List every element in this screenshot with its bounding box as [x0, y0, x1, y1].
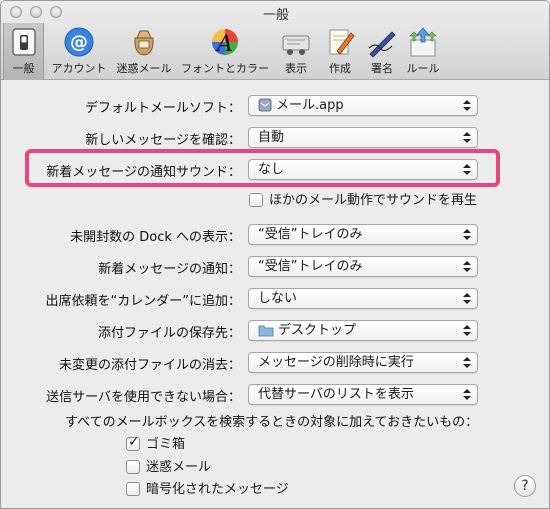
general-switch-icon — [11, 28, 36, 56]
toolbar-item-fonts-colors[interactable]: A フォントとカラー — [179, 26, 271, 76]
search-encrypted-checkbox[interactable]: 暗号化されたメッセージ — [126, 478, 289, 497]
popup-arrows-icon — [463, 161, 471, 178]
compose-pencil-icon — [329, 29, 355, 55]
new-sound-label: 新着メッセージの通知サウンド： — [46, 165, 241, 180]
toolbar-item-viewing[interactable]: 表示 — [277, 26, 315, 76]
window-title: 一般 — [262, 8, 289, 23]
preferences-window: 一般 一般 @ アカウント 迷惑メール A フォントとカラー 表示 作成 署名 … — [0, 0, 550, 509]
search-junk-label: 迷惑メール — [146, 460, 212, 475]
default-mail-popup[interactable]: メール.app — [248, 95, 478, 116]
new-notify-label: 新着メッセージの通知： — [98, 262, 241, 277]
toolbar-label-fonts-colors: フォントとカラー — [181, 62, 269, 75]
dock-unread-label: 未開封数の Dock への表示： — [70, 230, 241, 245]
add-calendar-label: 出席依頼を“カレンダー”に追加： — [45, 294, 241, 309]
checkbox-icon — [249, 193, 263, 207]
toolbar-label-rules: ルール — [406, 62, 440, 75]
checkbox-icon — [126, 460, 140, 474]
search-encrypted-label: 暗号化されたメッセージ — [146, 482, 289, 497]
check-new-value: 自動 — [258, 130, 285, 145]
toolbar-label-general: 一般 — [12, 62, 35, 75]
folder-icon — [258, 324, 274, 343]
checkbox-icon — [126, 482, 140, 496]
popup-arrows-icon — [463, 97, 471, 114]
play-other-sounds-checkbox[interactable]: ほかのメール動作でサウンドを再生 — [249, 189, 477, 208]
toolbar-label-composing: 作成 — [329, 62, 351, 75]
remove-attach-popup[interactable]: メッセージの削除時に実行 — [248, 352, 478, 373]
titlebar-toolbar: 一般 一般 @ アカウント 迷惑メール A フォントとカラー 表示 作成 署名 … — [1, 1, 549, 80]
search-trash-label: ゴミ箱 — [146, 437, 186, 452]
at-sign-icon: @ — [64, 27, 94, 57]
popup-arrows-icon — [463, 258, 471, 275]
mail-app-icon — [258, 98, 272, 118]
save-folder-value: デスクトップ — [278, 323, 357, 338]
svg-text:@: @ — [70, 32, 88, 53]
outgoing-value: 代替サーバのリストを表示 — [258, 387, 414, 402]
help-button[interactable]: ? — [514, 475, 536, 497]
search-junk-checkbox[interactable]: 迷惑メール — [126, 456, 211, 475]
add-calendar-value: しない — [258, 291, 298, 306]
signature-pen-icon — [368, 31, 396, 58]
toolbar-label-junk: 迷惑メール — [116, 62, 172, 75]
popup-arrows-icon — [463, 226, 471, 243]
toolbar-item-rules[interactable]: ルール — [403, 26, 443, 76]
remove-attach-label: 未変更の添付ファイルの消去： — [58, 358, 241, 373]
search-header: すべてのメールボックスを検索するときの対象に加えておきたいもの： — [65, 415, 479, 430]
remove-attach-value: メッセージの削除時に実行 — [258, 355, 414, 370]
checkbox-checked-icon — [126, 434, 140, 451]
toolbar-item-composing[interactable]: 作成 — [321, 26, 359, 76]
svg-text:A: A — [215, 32, 233, 57]
junk-mail-bag-icon — [134, 30, 154, 56]
popup-arrows-icon — [463, 354, 471, 371]
popup-arrows-icon — [463, 322, 471, 339]
rules-arrows-icon — [409, 27, 437, 57]
outgoing-popup[interactable]: 代替サーバのリストを表示 — [248, 384, 478, 405]
toolbar-label-signatures: 署名 — [371, 62, 393, 75]
dock-unread-popup[interactable]: “受信”トレイのみ — [248, 224, 478, 245]
default-mail-label: デフォルトメールソフト： — [84, 101, 241, 116]
popup-arrows-icon — [463, 290, 471, 307]
default-mail-value: メール.app — [276, 98, 344, 113]
toolbar-label-viewing: 表示 — [285, 62, 307, 75]
font-color-icon: A — [212, 29, 238, 57]
toolbar-item-junk[interactable]: 迷惑メール — [113, 26, 175, 76]
toolbar-item-accounts[interactable]: @ アカウント — [49, 26, 109, 76]
popup-arrows-icon — [463, 129, 471, 146]
toolbar-label-accounts: アカウント — [51, 62, 107, 75]
play-other-sounds-label: ほかのメール動作でサウンドを再生 — [269, 193, 478, 208]
toolbar-item-general[interactable]: 一般 — [3, 23, 44, 80]
toolbar-item-signatures[interactable]: 署名 — [363, 26, 401, 76]
viewing-icon — [282, 35, 310, 55]
new-sound-value: なし — [258, 162, 285, 177]
check-new-popup[interactable]: 自動 — [248, 127, 478, 148]
outgoing-label: 送信サーバを使用できない場合： — [46, 390, 241, 405]
new-notify-popup[interactable]: “受信”トレイのみ — [248, 256, 478, 277]
new-notify-value: “受信”トレイのみ — [258, 259, 363, 274]
search-trash-checkbox[interactable]: ゴミ箱 — [126, 433, 185, 452]
check-new-label: 新しいメッセージを確認： — [85, 133, 241, 148]
save-folder-popup[interactable]: デスクトップ — [248, 320, 478, 341]
add-calendar-popup[interactable]: しない — [248, 288, 478, 309]
save-folder-label: 添付ファイルの保存先： — [97, 326, 241, 341]
popup-arrows-icon — [463, 386, 471, 403]
new-sound-popup[interactable]: なし — [248, 159, 478, 180]
dock-unread-value: “受信”トレイのみ — [258, 227, 363, 242]
